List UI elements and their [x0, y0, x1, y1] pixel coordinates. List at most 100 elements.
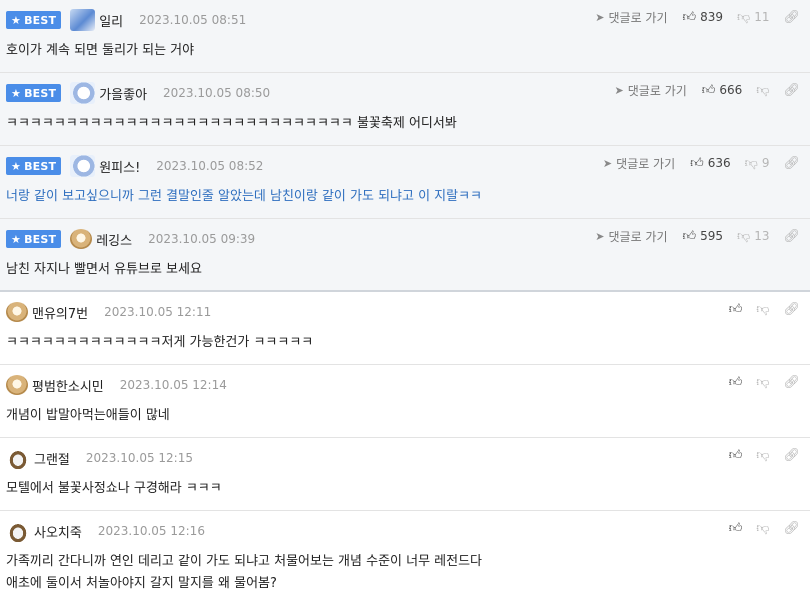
best-badge: ★ BEST — [6, 157, 62, 175]
comment-text: ㅋㅋㅋㅋㅋㅋㅋㅋㅋㅋㅋㅋㅋㅋㅋㅋㅋㅋㅋㅋㅋㅋㅋㅋㅋㅋㅋㅋㅋ 불꽃축제 어디서봐 — [6, 116, 457, 131]
downvote-button[interactable]: 👎︎ — [756, 521, 769, 536]
permalink-button[interactable]: 🔗︎ — [783, 156, 800, 171]
upvote-button[interactable]: 👍︎ 666 — [702, 83, 743, 98]
thumbs-down-icon: 👎︎ — [744, 155, 758, 171]
downvote-button[interactable]: 👎︎ 9 — [745, 156, 770, 171]
best-badge: ★ BEST — [6, 11, 62, 29]
star-icon: ★ — [11, 159, 22, 173]
upvote-button[interactable]: 👍︎ 839 — [683, 10, 724, 25]
downvote-button[interactable]: 👎︎ — [756, 83, 769, 98]
comment-date: 2023.10.05 08:50 — [163, 86, 271, 100]
comment-7: 그랜절 2023.10.05 12:15 👍︎ 👎︎ 🔗︎ 모텔에서 불꽃사정쇼… — [0, 438, 810, 511]
link-icon: 🔗︎ — [783, 9, 800, 25]
permalink-button[interactable]: 🔗︎ — [783, 83, 800, 98]
avatar[interactable] — [70, 155, 96, 177]
thumbs-up-icon: 👍︎ — [728, 447, 743, 463]
upvote-button[interactable]: 👍︎ — [729, 521, 743, 536]
link-icon: 🔗︎ — [783, 447, 800, 463]
thumbs-down-icon: 👎︎ — [756, 301, 770, 317]
avatar[interactable] — [6, 520, 30, 542]
nickname[interactable]: 일리 — [99, 11, 123, 30]
nickname[interactable]: 사오치죽 — [34, 522, 82, 541]
thumbs-up-icon: 👍︎ — [728, 520, 743, 536]
avatar[interactable] — [70, 9, 96, 31]
thumbs-up-icon: 👍︎ — [701, 82, 716, 98]
comment-best-2: ★ BEST 가을좋아 2023.10.05 08:50 ➤ 댓글로 가기 👍︎ 66… — [0, 73, 810, 146]
nickname[interactable]: 원피스! — [99, 157, 140, 176]
avatar[interactable] — [70, 229, 93, 249]
comment-text: 개념이 밥말아먹는애들이 많네 — [6, 408, 170, 423]
comment-best-3: ★ BEST 원피스! 2023.10.05 08:52 ➤ 댓글로 가기 👍︎ 63… — [0, 146, 810, 219]
comment-text: ㅋㅋㅋㅋㅋㅋㅋㅋㅋㅋㅋㅋㅋ저게 가능한건가 ㅋㅋㅋㅋㅋ — [6, 335, 314, 350]
nickname[interactable]: 평범한소시민 — [32, 376, 104, 395]
star-icon: ★ — [11, 86, 22, 100]
comment-text-line: 가족끼리 간다니까 연인 데리고 같이 가도 되냐고 처물어보는 개념 수준이 … — [6, 554, 483, 569]
go-to-reply-button[interactable]: ➤ 댓글로 가기 — [595, 9, 667, 26]
comment-text: 가족끼리 간다니까 연인 데리고 같이 가도 되냐고 처물어보는 개념 수준이 … — [6, 551, 800, 595]
permalink-button[interactable]: 🔗︎ — [783, 10, 800, 25]
nickname[interactable]: 그랜절 — [34, 449, 70, 468]
comment-text-line: 애초에 둘이서 처놀아야지 갈지 말지를 왜 물어봄? — [6, 576, 277, 591]
go-to-reply-button[interactable]: ➤ 댓글로 가기 — [603, 155, 675, 172]
thumbs-down-icon: 👎︎ — [756, 520, 770, 536]
comment-5: 맨유의7번 2023.10.05 12:11 👍︎ 👎︎ 🔗︎ ㅋㅋㅋㅋㅋㅋㅋㅋ… — [0, 292, 810, 365]
comment-date: 2023.10.05 12:15 — [85, 451, 193, 465]
link-icon: 🔗︎ — [783, 155, 800, 171]
comment-text: 호이가 계속 되면 둘리가 되는 거야 — [6, 43, 195, 58]
nickname[interactable]: 맨유의7번 — [32, 303, 88, 322]
link-icon: 🔗︎ — [783, 520, 800, 536]
link-icon: 🔗︎ — [783, 301, 800, 317]
nickname[interactable]: 가을좋아 — [99, 84, 147, 103]
comment-best-1: ★ BEST 일리 2023.10.05 08:51 ➤ 댓글로 가기 👍︎ 839 … — [0, 0, 810, 73]
comment-best-4: ★ BEST 레깅스 2023.10.05 09:39 ➤ 댓글로 가기 👍︎ 595… — [0, 219, 810, 292]
comment-date: 2023.10.05 08:51 — [139, 13, 247, 27]
go-to-reply-button[interactable]: ➤ 댓글로 가기 — [615, 82, 687, 99]
thumbs-down-icon: 👎︎ — [756, 447, 770, 463]
comment-date: 2023.10.05 09:39 — [148, 232, 256, 246]
thumbs-down-icon: 👎︎ — [756, 374, 770, 390]
upvote-button[interactable]: 👍︎ — [729, 375, 743, 390]
comment-date: 2023.10.05 08:52 — [156, 159, 264, 173]
comment-text: 너랑 같이 보고싶으니까 그런 결말인줄 알았는데 남친이랑 같이 가도 되냐고… — [6, 189, 483, 204]
thumbs-up-icon: 👍︎ — [682, 228, 697, 244]
downvote-button[interactable]: 👎︎ 11 — [737, 10, 769, 25]
upvote-button[interactable]: 👍︎ 595 — [683, 229, 724, 244]
comment-list: ★ BEST 일리 2023.10.05 08:51 ➤ 댓글로 가기 👍︎ 839 … — [0, 0, 810, 606]
permalink-button[interactable]: 🔗︎ — [783, 229, 800, 244]
upvote-button[interactable]: 👍︎ — [729, 302, 743, 317]
thumbs-up-icon: 👍︎ — [728, 301, 743, 317]
star-icon: ★ — [11, 232, 22, 246]
permalink-button[interactable]: 🔗︎ — [783, 521, 800, 536]
avatar[interactable] — [6, 302, 28, 322]
star-icon: ★ — [11, 13, 22, 27]
avatar[interactable] — [6, 375, 28, 395]
thumbs-up-icon: 👍︎ — [728, 374, 743, 390]
permalink-button[interactable]: 🔗︎ — [783, 375, 800, 390]
thumbs-down-icon: 👎︎ — [756, 82, 770, 98]
upvote-button[interactable]: 👍︎ — [729, 448, 743, 463]
permalink-button[interactable]: 🔗︎ — [783, 302, 800, 317]
nickname[interactable]: 레깅스 — [96, 230, 132, 249]
permalink-button[interactable]: 🔗︎ — [783, 448, 800, 463]
best-badge: ★ BEST — [6, 84, 62, 102]
link-icon: 🔗︎ — [783, 82, 800, 98]
downvote-button[interactable]: 👎︎ — [756, 448, 769, 463]
downvote-button[interactable]: 👎︎ — [756, 375, 769, 390]
go-to-reply-button[interactable]: ➤ 댓글로 가기 — [595, 228, 667, 245]
comment-date: 2023.10.05 12:14 — [119, 378, 227, 392]
reply-arrow-icon: ➤ — [614, 83, 624, 97]
downvote-button[interactable]: 👎︎ — [756, 302, 769, 317]
thumbs-up-icon: 👍︎ — [682, 9, 697, 25]
reply-arrow-icon: ➤ — [595, 229, 605, 243]
upvote-button[interactable]: 👍︎ 636 — [690, 156, 731, 171]
thumbs-down-icon: 👎︎ — [737, 9, 751, 25]
thumbs-down-icon: 👎︎ — [737, 228, 751, 244]
comment-date: 2023.10.05 12:16 — [97, 524, 205, 538]
avatar[interactable] — [6, 447, 30, 469]
best-badge: ★ BEST — [6, 230, 62, 248]
reply-arrow-icon: ➤ — [602, 156, 613, 170]
downvote-button[interactable]: 👎︎ 13 — [737, 229, 769, 244]
reply-arrow-icon: ➤ — [595, 10, 605, 24]
avatar[interactable] — [70, 82, 96, 104]
link-icon: 🔗︎ — [783, 374, 800, 390]
